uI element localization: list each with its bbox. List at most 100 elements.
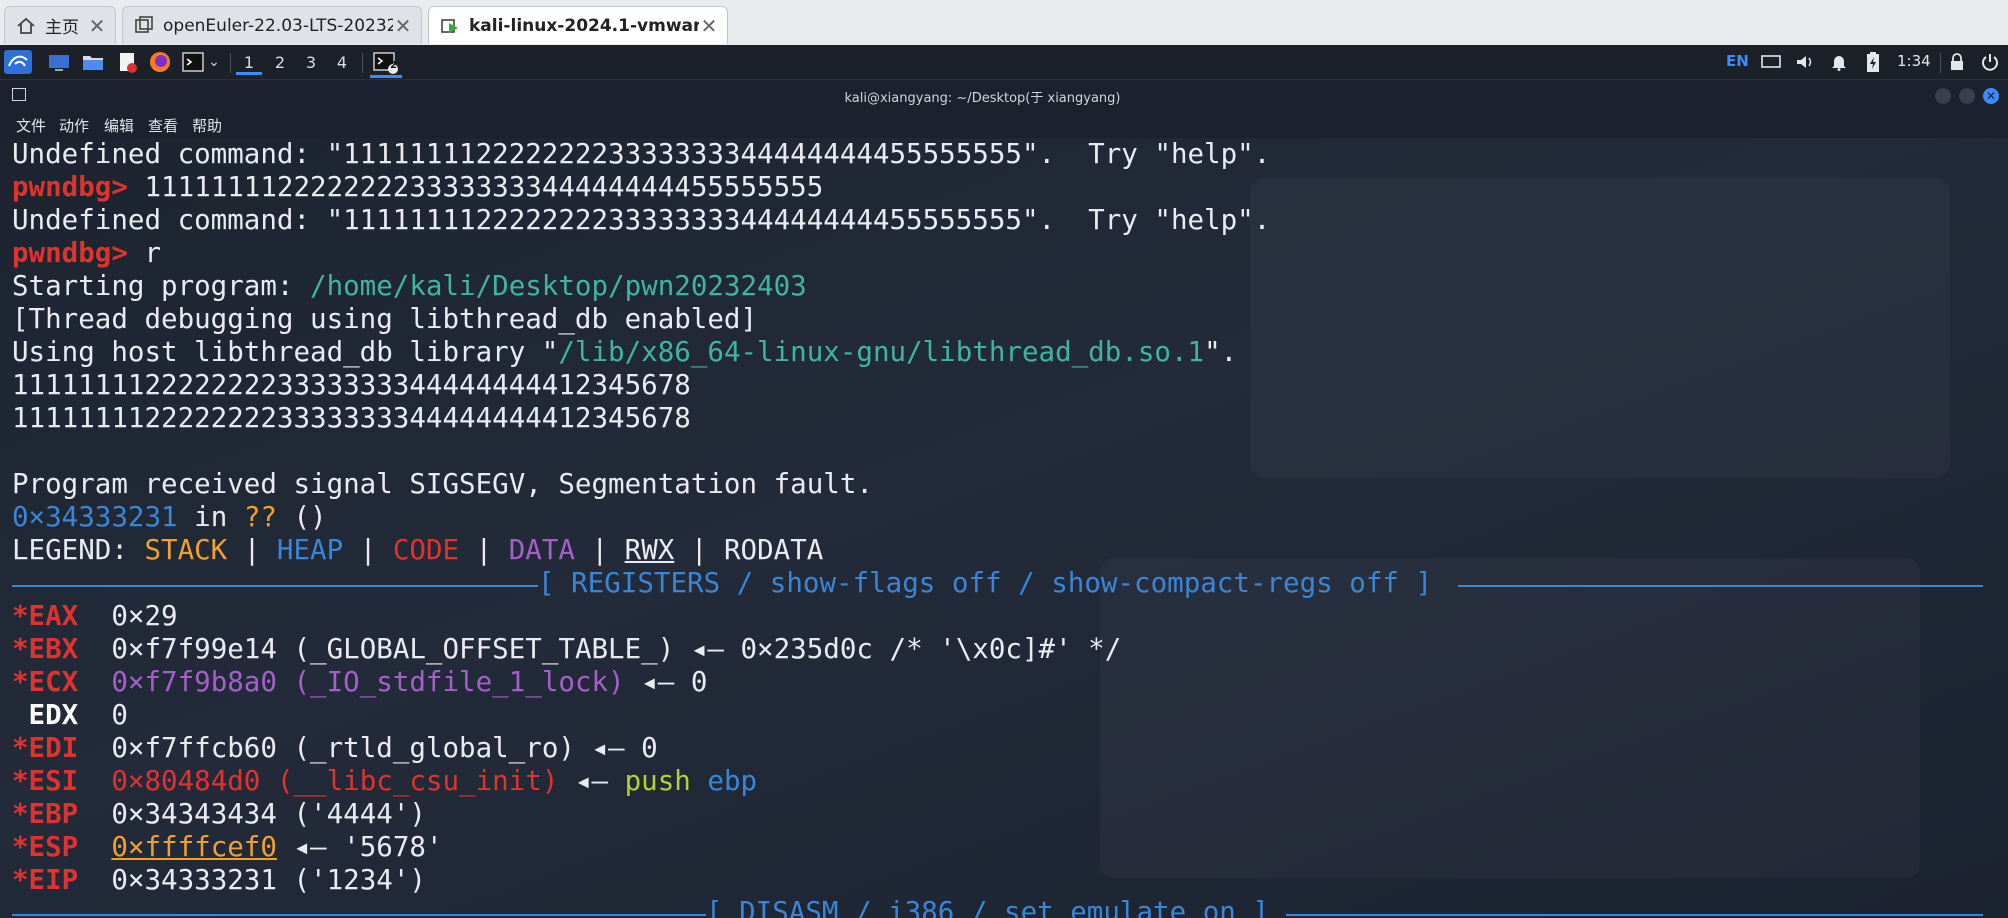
- wallpaper-decor: [1100, 558, 1920, 878]
- panel-separator: [362, 53, 363, 73]
- register-name: *ESP: [12, 831, 79, 863]
- vm-icon: [135, 15, 153, 33]
- pwndbg-prompt: pwndbg>: [12, 171, 128, 203]
- register-value: 0×f7f99e14 (_GLOBAL_OFFSET_TABLE_) ◂— 0×…: [111, 633, 1122, 665]
- panel-separator: [230, 53, 231, 73]
- register-name: *EBP: [12, 798, 79, 830]
- terminal-line: Using host libthread_db library "/lib/x8…: [12, 336, 1237, 369]
- register-name: *ECX: [12, 666, 79, 698]
- register-name: *EAX: [12, 600, 79, 632]
- notification-bell-icon[interactable]: [1828, 50, 1850, 74]
- text-editor-icon[interactable]: [114, 50, 140, 74]
- display-icon[interactable]: [1760, 50, 1782, 74]
- legend-separator: |: [674, 534, 724, 566]
- separator-rule: [1458, 585, 1983, 587]
- taskbar-terminal-window[interactable]: 2: [370, 50, 402, 78]
- power-icon[interactable]: [1978, 50, 2002, 74]
- program-path: /home/kali/Desktop/pwn20232403: [310, 270, 807, 302]
- tab-home[interactable]: 主页 ✕: [4, 6, 116, 44]
- maximize-button[interactable]: [1959, 88, 1975, 104]
- menu-edit[interactable]: 编辑: [104, 115, 134, 136]
- register-value: 0: [111, 699, 128, 731]
- text: in: [177, 501, 244, 533]
- window-title: kali@xiangyang: ~/Desktop(于 xiangyang): [844, 91, 1121, 106]
- volume-icon[interactable]: [1794, 50, 1816, 74]
- desktop-icon[interactable]: [46, 50, 72, 74]
- tab-label: openEuler-22.03-LTS-20232403: [163, 15, 393, 36]
- register-value: 0×34333231 ('1234'): [111, 864, 426, 896]
- pc-symbol: ??: [243, 501, 277, 533]
- pwndbg-prompt: pwndbg>: [12, 237, 128, 269]
- command-text: 1111111122222222333333334444444445555555…: [127, 171, 824, 203]
- text: Starting program:: [12, 270, 311, 302]
- workspace-4[interactable]: 4: [329, 51, 355, 75]
- tab-openeuler[interactable]: openEuler-22.03-LTS-20232403 ✕: [122, 6, 422, 44]
- terminal-line: Program received signal SIGSEGV, Segment…: [12, 468, 873, 500]
- terminal-output[interactable]: Undefined command: "11111111222222223333…: [0, 138, 2008, 918]
- register-deref: ◂— '5678': [276, 831, 443, 863]
- register-row: *EBX 0×f7f99e14 (_GLOBAL_OFFSET_TABLE_) …: [12, 633, 1121, 666]
- register-value: 0×80484d0 (__libc_csu_init): [111, 765, 559, 797]
- tab-kali[interactable]: kali-linux-2024.1-vmware-... ✕: [428, 6, 728, 44]
- menu-help[interactable]: 帮助: [192, 115, 222, 136]
- terminal-line: 0×34333231 in ?? (): [12, 501, 327, 534]
- file-manager-icon[interactable]: [80, 50, 106, 74]
- terminal-count-badge: 2: [390, 60, 397, 71]
- text: ".: [1204, 336, 1238, 368]
- top-panel: ⌄ 1 2 3 4 2 EN 1:34: [0, 45, 2008, 80]
- separator-rule: [12, 914, 706, 916]
- clock[interactable]: 1:34: [1897, 52, 1931, 70]
- legend-line: LEGEND: STACK | HEAP | CODE | DATA | RWX…: [12, 534, 823, 567]
- terminal-line: 1111111122222222333333334444444441234567…: [12, 369, 691, 401]
- text: Using host libthread_db library ": [12, 336, 559, 368]
- pc-address: 0×34333231: [12, 501, 178, 533]
- register-value: 0×f7f9b8a0 (_IO_stdfile_1_lock): [111, 666, 625, 698]
- terminal-line: [Thread debugging using libthread_db ena…: [12, 303, 758, 335]
- keyboard-layout[interactable]: EN: [1726, 52, 1749, 70]
- menu-file[interactable]: 文件: [16, 115, 46, 136]
- register-row: *EBP 0×34343434 ('4444'): [12, 798, 426, 831]
- legend-rodata: RODATA: [723, 534, 824, 566]
- close-icon[interactable]: ✕: [87, 14, 107, 38]
- legend-rwx: RWX: [624, 534, 675, 566]
- workspace-3[interactable]: 3: [298, 51, 324, 75]
- kali-menu-icon[interactable]: [4, 50, 32, 74]
- window-titlebar[interactable]: kali@xiangyang: ~/Desktop(于 xiangyang) ✕: [0, 80, 2008, 110]
- browser-tab-bar: 主页 ✕ openEuler-22.03-LTS-20232403 ✕ kali…: [0, 0, 2008, 46]
- register-name: EDX: [12, 699, 79, 731]
- register-deref: ◂—: [558, 765, 625, 797]
- terminal-line: Undefined command: "11111111222222223333…: [12, 138, 1271, 170]
- chevron-down-icon[interactable]: ⌄: [206, 50, 222, 74]
- menu-view[interactable]: 查看: [148, 115, 178, 136]
- asm-operand: ebp: [690, 765, 758, 797]
- register-name: *EBX: [12, 633, 79, 665]
- menu-actions[interactable]: 动作: [59, 115, 89, 136]
- wallpaper-decor: [1250, 178, 1950, 478]
- register-row: *EDI 0×f7ffcb60 (_rtld_global_ro) ◂— 0: [12, 732, 658, 765]
- legend-separator: |: [343, 534, 393, 566]
- register-value: 0×ffffcef0: [111, 831, 277, 863]
- legend-separator: |: [459, 534, 509, 566]
- register-value: 0×34343434 ('4444'): [111, 798, 426, 830]
- close-icon[interactable]: ✕: [699, 14, 719, 38]
- workspace-1[interactable]: 1: [236, 51, 262, 75]
- terminal-line: Starting program: /home/kali/Desktop/pwn…: [12, 270, 807, 303]
- register-value: 0×29: [111, 600, 178, 632]
- close-icon[interactable]: ✕: [393, 14, 413, 38]
- asm-mnemonic: push: [624, 765, 691, 797]
- register-row: *ESI 0×80484d0 (__libc_csu_init) ◂— push…: [12, 765, 757, 798]
- firefox-icon[interactable]: [146, 50, 174, 74]
- close-button[interactable]: ✕: [1983, 88, 1999, 104]
- disasm-header: [ DISASM / i386 / set emulate on ]: [706, 896, 1269, 918]
- minimize-button[interactable]: [1935, 88, 1951, 104]
- legend-separator: |: [227, 534, 277, 566]
- home-icon: [17, 17, 35, 34]
- command-text: r: [127, 237, 162, 269]
- terminal-launcher-icon[interactable]: [180, 50, 206, 74]
- lock-icon[interactable]: [1946, 50, 1968, 74]
- separator-rule: [12, 585, 538, 587]
- workspace-2[interactable]: 2: [267, 51, 293, 75]
- battery-icon[interactable]: [1862, 50, 1884, 74]
- separator-rule: [1286, 914, 1983, 916]
- legend-data: DATA: [508, 534, 575, 566]
